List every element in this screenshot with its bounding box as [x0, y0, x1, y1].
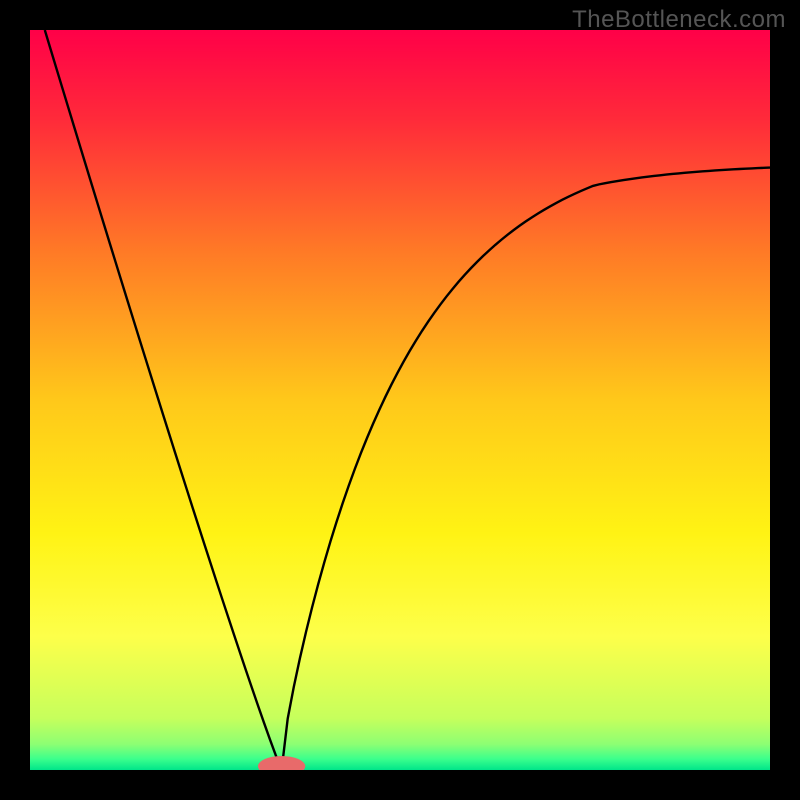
chart-container: TheBottleneck.com: [0, 0, 800, 800]
bottleneck-chart: [30, 30, 770, 770]
gradient-background: [30, 30, 770, 770]
watermark-text: TheBottleneck.com: [572, 6, 786, 34]
plot-frame: [30, 30, 770, 770]
